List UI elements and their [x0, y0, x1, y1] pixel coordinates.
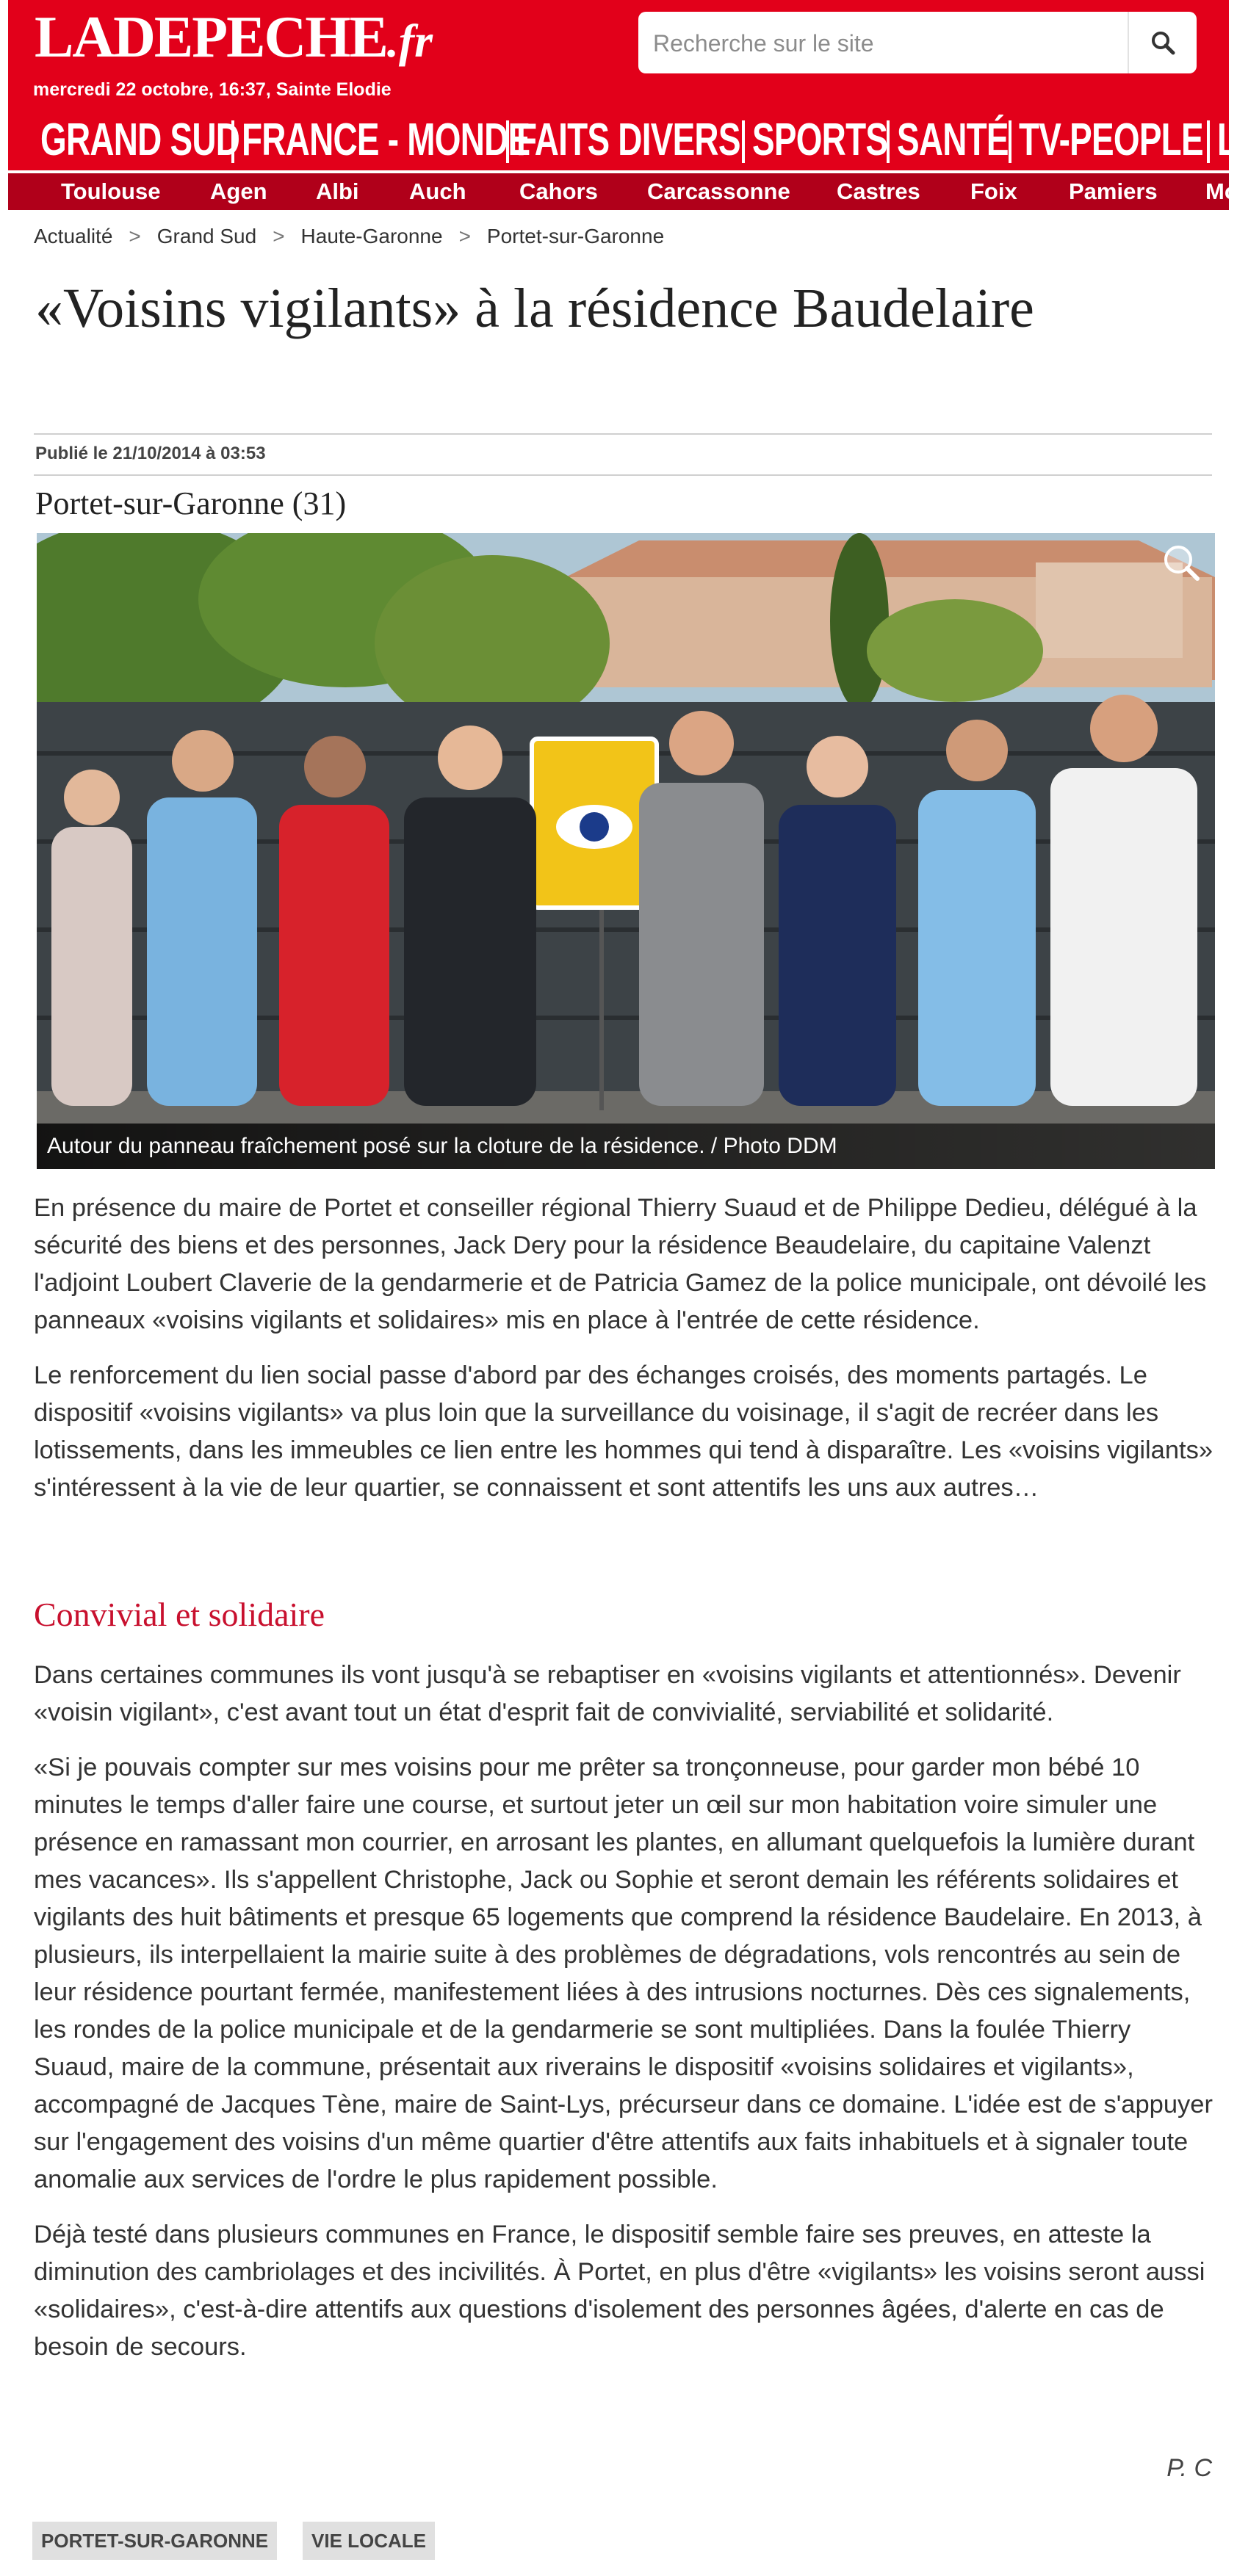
article-photo[interactable]: Autour du panneau fraîchement posé sur l…	[37, 533, 1215, 1169]
divider	[34, 474, 1212, 476]
city-link-cahors[interactable]: Cahors	[519, 173, 598, 210]
nav-separator	[231, 120, 234, 163]
paragraph: Dans certaines communes ils vont jusqu'à…	[34, 1661, 1181, 1726]
nav-tv-people[interactable]: TV-PEOPLE	[1019, 112, 1204, 169]
nav-grand-sud[interactable]: GRAND SUD	[40, 112, 240, 169]
breadcrumb-separator: >	[273, 225, 285, 247]
nav-separator	[887, 120, 890, 163]
logo-text: LADEPECHE	[35, 5, 389, 70]
search-button[interactable]	[1129, 12, 1197, 73]
article-author: P. C	[1166, 2454, 1212, 2482]
city-link-albi[interactable]: Albi	[316, 173, 359, 210]
nav-france-monde[interactable]: FRANCE - MONDE	[242, 112, 530, 169]
city-link-foix[interactable]: Foix	[970, 173, 1017, 210]
nav-separator	[742, 120, 745, 163]
paragraph: «Si je pouvais compter sur mes voisins p…	[34, 1754, 1213, 2193]
city-link-more[interactable]: Mo	[1205, 173, 1229, 210]
nav-separator	[506, 120, 509, 163]
breadcrumb-grand-sud[interactable]: Grand Sud	[157, 225, 256, 247]
tag-vie-locale[interactable]: VIE LOCALE	[303, 2522, 436, 2560]
paragraph: Le renforcement du lien social passe d'a…	[34, 1361, 1213, 1502]
publish-date: Publié le 21/10/2014 à 03:53	[35, 444, 266, 463]
nav-faits-divers[interactable]: FAITS DIVERS	[516, 112, 740, 169]
city-link-carcassonne[interactable]: Carcassonne	[647, 173, 790, 210]
search-input[interactable]	[652, 12, 1110, 75]
tag-portet-sur-garonne[interactable]: PORTET-SUR-GARONNE	[32, 2522, 278, 2560]
article-subheading: Convivial et solidaire	[34, 1596, 325, 1633]
paragraph: Déjà testé dans plusieurs communes en Fr…	[34, 2221, 1205, 2361]
nav-sports[interactable]: SPORTS	[752, 112, 888, 169]
site-logo[interactable]: LADEPECHE.fr	[35, 4, 433, 74]
breadcrumb-portet-sur-garonne[interactable]: Portet-sur-Garonne	[487, 225, 664, 247]
breadcrumb: Actualité > Grand Sud > Haute-Garonne > Portet…	[34, 225, 664, 248]
breadcrumb-separator: >	[458, 225, 471, 247]
breadcrumb-haute-garonne[interactable]: Haute-Garonne	[301, 225, 443, 247]
paragraph: En présence du maire de Portet et consei…	[34, 1194, 1207, 1334]
breadcrumb-separator: >	[129, 225, 141, 247]
main-navigation: GRAND SUD FRANCE - MONDE FAITS DIVERS SP…	[8, 110, 1229, 170]
nav-more[interactable]: L	[1217, 112, 1229, 169]
logo-domain: .fr	[386, 15, 433, 67]
city-navigation: Toulouse Agen Albi Auch Cahors Carcasson…	[8, 173, 1229, 210]
city-link-toulouse[interactable]: Toulouse	[61, 173, 160, 210]
zoom-icon[interactable]	[1162, 543, 1200, 582]
article-title: «Voisins vigilants» à la résidence Baude…	[35, 278, 1034, 339]
city-link-pamiers[interactable]: Pamiers	[1069, 173, 1158, 210]
city-link-castres[interactable]: Castres	[837, 173, 920, 210]
city-link-agen[interactable]: Agen	[210, 173, 267, 210]
article-body-main: Dans certaines communes ils vont jusqu'à…	[34, 1657, 1216, 2366]
nav-sante[interactable]: SANTÉ	[897, 112, 1009, 169]
photo-caption: Autour du panneau fraîchement posé sur l…	[37, 1124, 1215, 1169]
photo-illustration	[37, 533, 1215, 1169]
city-link-auch[interactable]: Auch	[409, 173, 466, 210]
divider	[34, 433, 1212, 435]
search-icon	[1152, 32, 1175, 55]
article-location: Portet-sur-Garonne (31)	[35, 485, 347, 521]
dateline: mercredi 22 octobre, 16:37, Sainte Elodi…	[33, 79, 392, 100]
search-box	[638, 12, 1197, 75]
nav-separator	[1207, 120, 1210, 163]
nav-separator	[1009, 120, 1011, 163]
article-body-intro: En présence du maire de Portet et consei…	[34, 1190, 1216, 1507]
breadcrumb-actualite[interactable]: Actualité	[34, 225, 112, 247]
